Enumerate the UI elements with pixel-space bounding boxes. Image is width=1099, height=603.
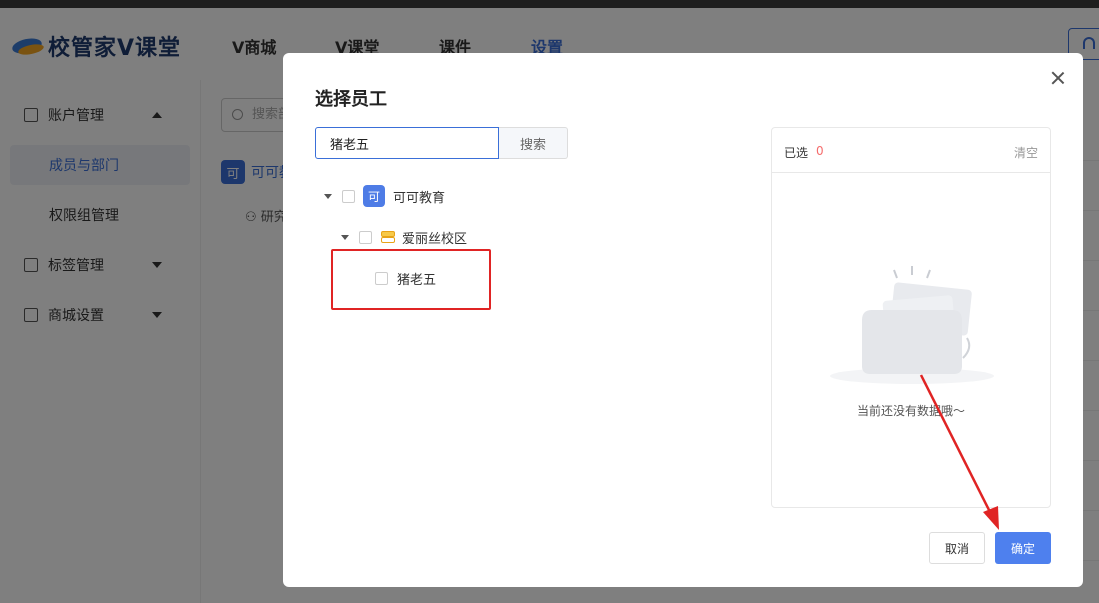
dialog-title: 选择员工 xyxy=(315,89,387,110)
confirm-button[interactable]: 确定 xyxy=(995,532,1051,564)
empty-state-text: 当前还没有数据哦～ xyxy=(856,404,965,418)
selected-panel: 已选 0 清空 当前还没有数据哦～ xyxy=(771,127,1051,508)
employee-search-input[interactable] xyxy=(315,127,499,159)
close-icon[interactable] xyxy=(1049,69,1067,87)
cancel-button[interactable]: 取消 xyxy=(929,532,985,564)
search-button[interactable]: 搜索 xyxy=(499,127,568,159)
selected-panel-header: 已选 0 清空 xyxy=(772,128,1050,173)
highlight-annotation-box xyxy=(331,249,491,310)
tree-node-campus: 爱丽丝校区 xyxy=(341,228,467,247)
tree-node-org: 可 可可教育 xyxy=(324,185,445,207)
select-employee-dialog: 选择员工 搜索 可 可可教育 爱丽丝校区 猪老五 已选 0 清空 xyxy=(283,53,1083,587)
selected-count: 0 xyxy=(816,144,824,158)
layers-icon xyxy=(380,230,396,245)
caret-down-icon[interactable] xyxy=(324,193,332,199)
org-badge: 可 xyxy=(363,185,385,207)
selected-label: 已选 xyxy=(784,146,809,160)
caret-down-icon[interactable] xyxy=(341,235,349,240)
campus-name[interactable]: 爱丽丝校区 xyxy=(402,228,467,247)
clear-button[interactable]: 清空 xyxy=(1014,144,1038,161)
empty-box-icon xyxy=(830,266,994,384)
org-checkbox[interactable] xyxy=(342,189,355,203)
campus-checkbox[interactable] xyxy=(359,231,372,244)
org-name[interactable]: 可可教育 xyxy=(393,187,445,206)
